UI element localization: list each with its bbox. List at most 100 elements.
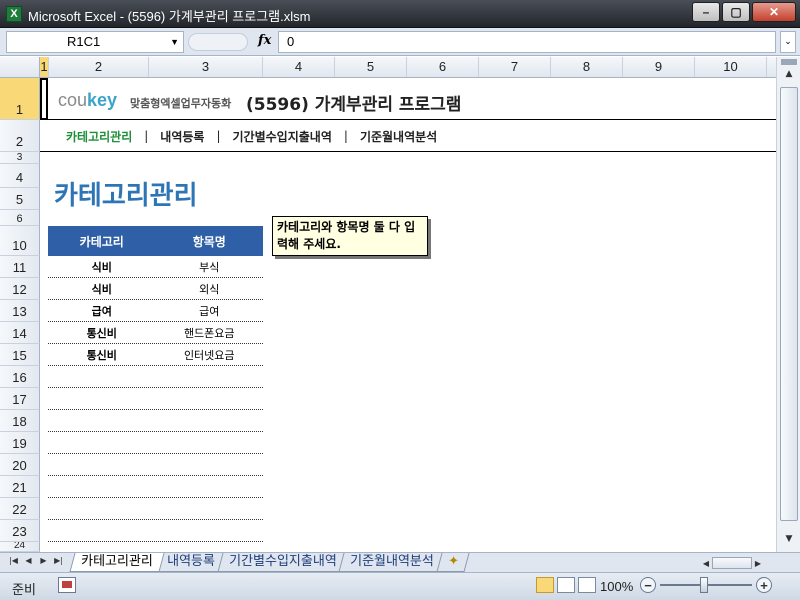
restore-button[interactable]: ▢ [722, 2, 750, 22]
cell-category[interactable] [48, 520, 156, 541]
cell-item[interactable]: 외식 [156, 278, 264, 299]
minimize-button[interactable]: – [692, 2, 720, 22]
cell-category[interactable]: 급여 [48, 300, 156, 321]
zoom-out-button[interactable]: − [640, 577, 656, 593]
nav-entry[interactable]: 내역등록 [148, 128, 216, 145]
cell-category[interactable] [48, 542, 156, 552]
column-header[interactable]: 4 [263, 57, 335, 77]
last-sheet-icon[interactable]: ▶| [51, 556, 66, 565]
zoom-slider-thumb[interactable] [700, 577, 708, 593]
name-box[interactable]: R1C1 ▼ [6, 31, 184, 53]
column-header[interactable]: 9 [623, 57, 695, 77]
cell-item[interactable]: 핸드폰요금 [156, 322, 264, 343]
cell-category[interactable]: 식비 [48, 278, 156, 299]
row-header[interactable]: 12 [0, 278, 40, 300]
row-header[interactable]: 14 [0, 322, 40, 344]
formula-buttons[interactable] [188, 33, 248, 51]
insert-sheet-icon[interactable]: ✦ [436, 553, 470, 572]
cell-item[interactable] [156, 388, 264, 409]
cell-category[interactable]: 식비 [48, 256, 156, 277]
cell-category[interactable] [48, 432, 156, 453]
first-sheet-icon[interactable]: |◀ [6, 556, 21, 565]
row-header[interactable]: 6 [0, 210, 40, 226]
formula-input[interactable]: 0 [278, 31, 776, 53]
close-button[interactable]: ✕ [752, 2, 796, 22]
cell-category[interactable]: 통신비 [48, 322, 156, 343]
row-header[interactable]: 24 [0, 542, 40, 552]
cell-item[interactable] [156, 410, 264, 431]
column-header[interactable]: 7 [479, 57, 551, 77]
row-header[interactable]: 1 [0, 78, 40, 120]
chevron-down-icon[interactable]: ▼ [170, 32, 179, 52]
cell-category[interactable] [48, 388, 156, 409]
row-header[interactable]: 23 [0, 520, 40, 542]
scroll-thumb[interactable] [780, 87, 798, 521]
macro-record-icon[interactable] [58, 577, 76, 593]
cell-category[interactable] [48, 366, 156, 387]
vertical-scrollbar[interactable]: ▲ ▼ [776, 57, 800, 552]
cell-item[interactable]: 인터넷요금 [156, 344, 264, 365]
column-header[interactable]: 2 [49, 57, 149, 77]
page-layout-view-icon[interactable] [557, 577, 575, 593]
next-sheet-icon[interactable]: ▶ [36, 556, 51, 565]
row-header[interactable]: 13 [0, 300, 40, 322]
column-header[interactable]: 3 [149, 57, 263, 77]
cell-category[interactable]: 통신비 [48, 344, 156, 365]
row-header[interactable]: 15 [0, 344, 40, 366]
column-header[interactable]: 5 [335, 57, 407, 77]
page-break-view-icon[interactable] [578, 577, 596, 593]
row-header[interactable]: 10 [0, 226, 40, 256]
cell-item[interactable] [156, 498, 264, 519]
zoom-in-button[interactable]: + [756, 577, 772, 593]
active-cell[interactable] [40, 78, 48, 120]
row-header[interactable]: 3 [0, 152, 40, 164]
row-header[interactable]: 16 [0, 366, 40, 388]
cell-item[interactable] [156, 432, 264, 453]
tab-period[interactable]: 기간별수입지출내역 [217, 553, 348, 572]
horizontal-scrollbar[interactable]: ◀ ▶ [700, 556, 776, 570]
nav-period[interactable]: 기간별수입지출내역 [221, 128, 344, 145]
row-header[interactable]: 18 [0, 410, 40, 432]
cell-item[interactable]: 급여 [156, 300, 264, 321]
insert-function-button[interactable]: fx [258, 33, 271, 48]
scroll-right-icon[interactable]: ▶ [752, 559, 764, 568]
cell-category[interactable] [48, 476, 156, 497]
nav-category[interactable]: 카테고리관리 [40, 128, 144, 145]
cell-category[interactable] [48, 410, 156, 431]
split-handle[interactable] [781, 59, 797, 65]
hscroll-thumb[interactable] [712, 557, 752, 569]
row-header[interactable]: 22 [0, 498, 40, 520]
row-header[interactable]: 4 [0, 164, 40, 188]
scroll-down-icon[interactable]: ▼ [779, 534, 799, 550]
normal-view-icon[interactable] [536, 577, 554, 593]
cell-category[interactable] [48, 454, 156, 475]
nav-monthly[interactable]: 기준월내역분석 [348, 128, 449, 145]
row-header[interactable]: 2 [0, 120, 40, 152]
cell-item[interactable]: 부식 [156, 256, 264, 277]
tab-monthly[interactable]: 기준월내역분석 [338, 553, 446, 572]
cell-item[interactable] [156, 366, 264, 387]
select-all-corner[interactable] [0, 57, 40, 77]
cell-item[interactable] [156, 542, 264, 552]
worksheet-grid[interactable]: coukey 맞춤형엑셀업무자동화 (5596) 가계부관리 프로그램 카테고리… [40, 78, 776, 552]
expand-formula-bar-button[interactable]: ⌄ [780, 31, 796, 53]
row-header[interactable]: 11 [0, 256, 40, 278]
row-header[interactable]: 5 [0, 188, 40, 210]
prev-sheet-icon[interactable]: ◀ [21, 556, 36, 565]
row-header[interactable]: 21 [0, 476, 40, 498]
tab-entry[interactable]: 내역등록 [155, 553, 227, 572]
cell-category[interactable] [48, 498, 156, 519]
row-header[interactable]: 19 [0, 432, 40, 454]
scroll-up-icon[interactable]: ▲ [779, 69, 799, 85]
row-header[interactable]: 17 [0, 388, 40, 410]
column-header[interactable]: 8 [551, 57, 623, 77]
zoom-level[interactable]: 100% [600, 579, 633, 594]
scroll-left-icon[interactable]: ◀ [700, 559, 712, 568]
cell-item[interactable] [156, 520, 264, 541]
column-header[interactable]: 10 [695, 57, 767, 77]
row-header[interactable]: 20 [0, 454, 40, 476]
column-header[interactable]: 6 [407, 57, 479, 77]
column-header[interactable]: 1 [40, 57, 49, 77]
tab-category[interactable]: 카테고리관리 [69, 553, 165, 572]
cell-item[interactable] [156, 476, 264, 497]
